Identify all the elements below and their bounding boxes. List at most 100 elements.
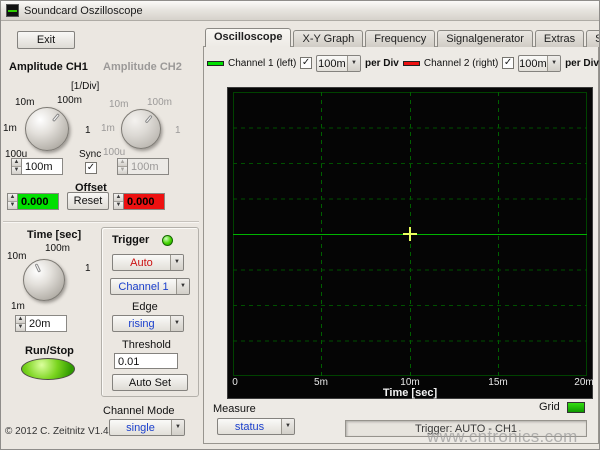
- channel2-scale-value: 100m: [519, 56, 547, 71]
- amplitude-ch2-knob: [121, 109, 161, 149]
- run-stop-button[interactable]: [21, 358, 75, 380]
- spinner-up-icon[interactable]: ▲: [12, 159, 21, 166]
- knob-tick-label: 10m: [7, 251, 26, 262]
- channel1-scale-dropdown[interactable]: 100m ▼: [316, 55, 361, 72]
- tab-extras[interactable]: Extras: [535, 30, 584, 47]
- title-bar[interactable]: Soundcard Oszilloscope: [1, 1, 599, 21]
- tab-xy-graph[interactable]: X-Y Graph: [293, 30, 363, 47]
- tab-oscilloscope[interactable]: Oscilloscope: [205, 28, 291, 47]
- chevron-down-icon[interactable]: ▼: [281, 419, 294, 434]
- time-value[interactable]: 20m: [25, 315, 67, 332]
- offset-ch2-spinner[interactable]: ▲▼ 0.000: [113, 193, 165, 210]
- chevron-down-icon[interactable]: ▼: [547, 56, 560, 71]
- channel1-scale-value: 100m: [317, 56, 347, 71]
- chevron-down-icon[interactable]: ▼: [170, 255, 183, 270]
- offset-ch1-value[interactable]: 0.000: [17, 193, 59, 210]
- sync-checkbox[interactable]: ✓: [85, 162, 97, 174]
- trigger-title: Trigger: [112, 234, 149, 246]
- exit-button[interactable]: Exit: [17, 31, 75, 49]
- x-axis-tick: 0: [232, 377, 238, 388]
- knob-tick-label: 1: [85, 263, 91, 274]
- channel2-color-swatch: [403, 61, 420, 66]
- measure-label: Measure: [213, 403, 256, 415]
- per-div-unit-label: [1/Div]: [71, 81, 99, 92]
- trigger-channel-dropdown[interactable]: Channel 1 ▼: [110, 278, 190, 295]
- channel1-enable-checkbox[interactable]: ✓: [300, 57, 311, 69]
- offset-ch1-spinner[interactable]: ▲▼ 0.000: [7, 193, 59, 210]
- channel2-scale-dropdown[interactable]: 100m ▼: [518, 55, 561, 72]
- sync-label: Sync: [79, 149, 101, 160]
- trigger-channel-value: Channel 1: [111, 279, 176, 294]
- spinner-down-icon[interactable]: ▼: [12, 166, 21, 174]
- channel-legend: Channel 1 (left) ✓ 100m ▼ per Div Channe…: [207, 54, 599, 72]
- tab-settings[interactable]: Settings: [586, 30, 600, 47]
- knob-tick-label: 100m: [45, 243, 70, 254]
- knob-tick-label: 100m: [57, 95, 82, 106]
- chevron-down-icon[interactable]: ▼: [347, 56, 360, 71]
- amplitude-ch2-value-spinner: ▲▼ 100m: [117, 158, 169, 175]
- channel2-enable-checkbox[interactable]: ✓: [502, 57, 513, 69]
- copyright-text: © 2012 C. Zeitnitz V1.41: [5, 426, 114, 437]
- channel-mode-dropdown[interactable]: single ▼: [109, 419, 185, 436]
- spinner-up-icon[interactable]: ▲: [16, 316, 25, 323]
- grid-toggle[interactable]: [567, 402, 585, 413]
- auto-set-button[interactable]: Auto Set: [112, 374, 188, 391]
- x-axis-tick: 15m: [488, 377, 507, 388]
- tab-signalgenerator[interactable]: Signalgenerator: [437, 30, 533, 47]
- app-window: Soundcard Oszilloscope Exit Amplitude CH…: [0, 0, 600, 450]
- amplitude-ch1-value[interactable]: 100m: [21, 158, 63, 175]
- trigger-group: Trigger Auto ▼ Channel 1 ▼ Edge rising ▼…: [101, 227, 199, 397]
- threshold-label: Threshold: [122, 339, 171, 351]
- channel1-color-swatch: [207, 61, 224, 66]
- offset-ch2-value[interactable]: 0.000: [123, 193, 165, 210]
- knob-tick-label: 10m: [15, 97, 34, 108]
- trigger-edge-dropdown[interactable]: rising ▼: [112, 315, 184, 332]
- knob-pointer: [145, 115, 153, 124]
- time-knob[interactable]: [23, 259, 65, 301]
- x-axis-tick: 20m: [574, 377, 593, 388]
- chevron-down-icon[interactable]: ▼: [171, 420, 184, 435]
- divider: [3, 221, 199, 223]
- x-axis-tick: 5m: [314, 377, 328, 388]
- time-value-spinner[interactable]: ▲▼ 20m: [15, 315, 67, 332]
- watermark-text: www.cntronics.com: [427, 427, 578, 447]
- edge-label: Edge: [132, 301, 158, 313]
- knob-tick-label: 1: [175, 125, 181, 136]
- channel-mode-value: single: [110, 420, 171, 435]
- spinner-down-icon[interactable]: ▼: [8, 201, 17, 209]
- measure-dropdown[interactable]: status ▼: [217, 418, 295, 435]
- trigger-led: [162, 235, 173, 246]
- time-title: Time [sec]: [27, 229, 81, 241]
- threshold-input[interactable]: 0.01: [114, 353, 178, 369]
- channel1-label: Channel 1 (left): [228, 58, 296, 69]
- amplitude-ch2-title: Amplitude CH2: [103, 61, 182, 73]
- amplitude-ch1-knob[interactable]: [25, 107, 69, 151]
- spinner-up-icon[interactable]: ▲: [8, 194, 17, 201]
- amplitude-ch1-title: Amplitude CH1: [9, 61, 88, 73]
- oscilloscope-display: 0 5m 10m 15m 20m Time [sec]: [227, 87, 593, 399]
- cursor-crosshair-icon[interactable]: [403, 227, 417, 241]
- scope-plot-area[interactable]: [233, 92, 587, 376]
- chevron-down-icon[interactable]: ▼: [170, 316, 183, 331]
- run-stop-label: Run/Stop: [25, 345, 74, 357]
- tab-frequency[interactable]: Frequency: [365, 30, 435, 47]
- window-title: Soundcard Oszilloscope: [24, 5, 143, 17]
- trigger-edge-value: rising: [113, 316, 170, 331]
- measure-value: status: [218, 419, 281, 434]
- app-icon: [6, 4, 19, 17]
- x-axis-title: Time [sec]: [383, 387, 437, 399]
- spinner-down-icon: ▼: [118, 166, 127, 174]
- chevron-down-icon[interactable]: ▼: [176, 279, 189, 294]
- channel-mode-label: Channel Mode: [103, 405, 175, 417]
- knob-tick-label: 1m: [3, 123, 17, 134]
- knob-tick-label: 1m: [101, 123, 115, 134]
- amplitude-ch1-value-spinner[interactable]: ▲▼ 100m: [11, 158, 63, 175]
- tab-bar: Oscilloscope X-Y Graph Frequency Signalg…: [205, 28, 600, 47]
- spinner-down-icon[interactable]: ▼: [114, 201, 123, 209]
- knob-tick-label: 100u: [103, 147, 125, 158]
- grid-label: Grid: [539, 401, 560, 413]
- spinner-up-icon[interactable]: ▲: [114, 194, 123, 201]
- spinner-down-icon[interactable]: ▼: [16, 323, 25, 331]
- offset-reset-button[interactable]: Reset: [67, 192, 109, 210]
- trigger-mode-dropdown[interactable]: Auto ▼: [112, 254, 184, 271]
